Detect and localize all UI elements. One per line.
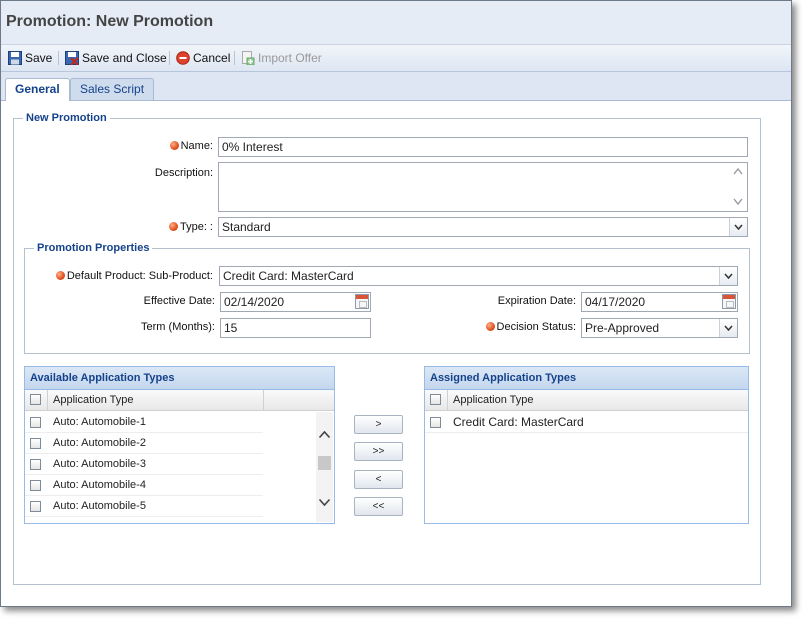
effective-date-value: 02/14/2020	[224, 295, 285, 309]
row-label: Auto: Automobile-2	[53, 437, 146, 449]
save-and-close-button[interactable]: Save and Close	[65, 50, 167, 66]
application-type-column[interactable]: Application Type	[453, 390, 534, 410]
list-item[interactable]: Credit Card: MasterCard	[425, 412, 748, 433]
tab-bar: General Sales Script	[1, 72, 791, 101]
chevron-down-icon[interactable]	[719, 267, 737, 285]
import-icon	[242, 51, 255, 65]
decision-status-select[interactable]: Pre-Approved	[581, 318, 738, 338]
expiration-date-value: 04/17/2020	[585, 295, 646, 309]
expiration-date-label: Expiration Date:	[497, 295, 576, 307]
toolbar-separator	[234, 51, 235, 65]
floppy-disk-icon	[8, 51, 22, 65]
required-icon	[485, 322, 495, 331]
vertical-scrollbar[interactable]	[316, 412, 333, 522]
assigned-column-header: Application Type	[425, 390, 748, 411]
name-input[interactable]: 0% Interest	[218, 137, 748, 157]
list-item[interactable]: Auto: Automobile-1	[25, 412, 263, 433]
row-checkbox[interactable]	[430, 417, 441, 428]
row-label: Auto: Automobile-5	[53, 500, 146, 512]
effective-date-label: Effective Date:	[143, 295, 215, 307]
save-button[interactable]: Save	[8, 50, 52, 66]
chevron-down-icon[interactable]	[729, 218, 747, 236]
list-item[interactable]: Auto: Automobile-5	[25, 496, 263, 517]
description-textarea[interactable]	[218, 162, 748, 212]
scroll-up-icon[interactable]	[318, 430, 331, 439]
list-item[interactable]: Auto: Automobile-2	[25, 433, 263, 454]
title-bar: Promotion: New Promotion	[1, 1, 791, 45]
remove-all-button[interactable]: <<	[354, 497, 403, 516]
term-input[interactable]: 15	[220, 318, 371, 338]
decision-status-label: Decision Status:	[461, 321, 576, 333]
save-close-icon	[65, 51, 79, 65]
promotion-window: Promotion: New Promotion Save Save and C…	[0, 0, 792, 607]
add-selected-button[interactable]: >	[354, 415, 403, 434]
import-offer-label: Import Offer	[258, 51, 322, 65]
type-label: Type: :	[151, 221, 213, 233]
available-application-types-grid: Available Application Types Application …	[24, 366, 335, 524]
import-offer-button[interactable]: Import Offer	[241, 50, 322, 66]
calendar-icon[interactable]	[722, 294, 736, 309]
select-all-checkbox[interactable]	[430, 394, 441, 405]
scroll-down-icon[interactable]	[318, 498, 331, 507]
row-checkbox[interactable]	[30, 480, 41, 491]
row-checkbox[interactable]	[30, 438, 41, 449]
row-label: Auto: Automobile-4	[53, 479, 146, 491]
cancel-button[interactable]: Cancel	[176, 50, 230, 66]
save-label: Save	[25, 51, 53, 65]
name-label: Name:	[161, 140, 213, 152]
cancel-label: Cancel	[193, 51, 231, 65]
available-column-header: Application Type	[25, 390, 334, 411]
decision-status-value: Pre-Approved	[585, 321, 660, 335]
row-label: Credit Card: MasterCard	[453, 415, 584, 429]
default-product-value: Credit Card: MasterCard	[223, 269, 354, 283]
row-checkbox[interactable]	[30, 501, 41, 512]
effective-date-input[interactable]: 02/14/2020	[220, 292, 371, 312]
cancel-icon	[176, 51, 190, 65]
application-type-column[interactable]: Application Type	[53, 390, 134, 410]
required-icon	[169, 141, 179, 150]
tab-general[interactable]: General	[5, 78, 70, 101]
list-item[interactable]: Auto: Automobile-4	[25, 475, 263, 496]
window-title: Promotion: New Promotion	[6, 13, 214, 30]
expiration-date-input[interactable]: 04/17/2020	[581, 292, 738, 312]
list-item[interactable]: Auto: Automobile-3	[25, 454, 263, 475]
type-value: Standard	[222, 220, 271, 234]
type-select[interactable]: Standard	[218, 217, 748, 237]
select-all-checkbox[interactable]	[30, 394, 41, 405]
properties-title: Promotion Properties	[34, 242, 153, 254]
toolbar: Save Save and Close Cancel Import Offer	[1, 45, 791, 72]
toolbar-separator	[169, 51, 170, 65]
available-grid-title: Available Application Types	[25, 367, 334, 390]
required-icon	[168, 222, 178, 231]
add-all-button[interactable]: >>	[354, 442, 403, 461]
scroll-thumb[interactable]	[318, 456, 331, 470]
toolbar-separator	[58, 51, 59, 65]
scroll-down-icon[interactable]	[733, 198, 743, 206]
row-checkbox[interactable]	[30, 417, 41, 428]
default-product-label: Default Product: Sub-Product:	[41, 270, 213, 282]
tab-sales-script[interactable]: Sales Script	[70, 78, 155, 100]
description-label: Description:	[154, 167, 213, 179]
required-icon	[55, 271, 65, 280]
row-label: Auto: Automobile-3	[53, 458, 146, 470]
row-label: Auto: Automobile-1	[53, 416, 146, 428]
calendar-icon[interactable]	[355, 294, 369, 309]
row-checkbox[interactable]	[30, 459, 41, 470]
assigned-application-types-grid: Assigned Application Types Application T…	[424, 366, 749, 524]
term-label: Term (Months):	[141, 321, 215, 333]
save-and-close-label: Save and Close	[82, 51, 167, 65]
scroll-up-icon[interactable]	[733, 167, 743, 175]
section-title: New Promotion	[23, 112, 110, 124]
assigned-grid-title: Assigned Application Types	[425, 367, 748, 390]
remove-selected-button[interactable]: <	[354, 470, 403, 489]
chevron-down-icon[interactable]	[719, 319, 737, 337]
default-product-select[interactable]: Credit Card: MasterCard	[219, 266, 738, 286]
